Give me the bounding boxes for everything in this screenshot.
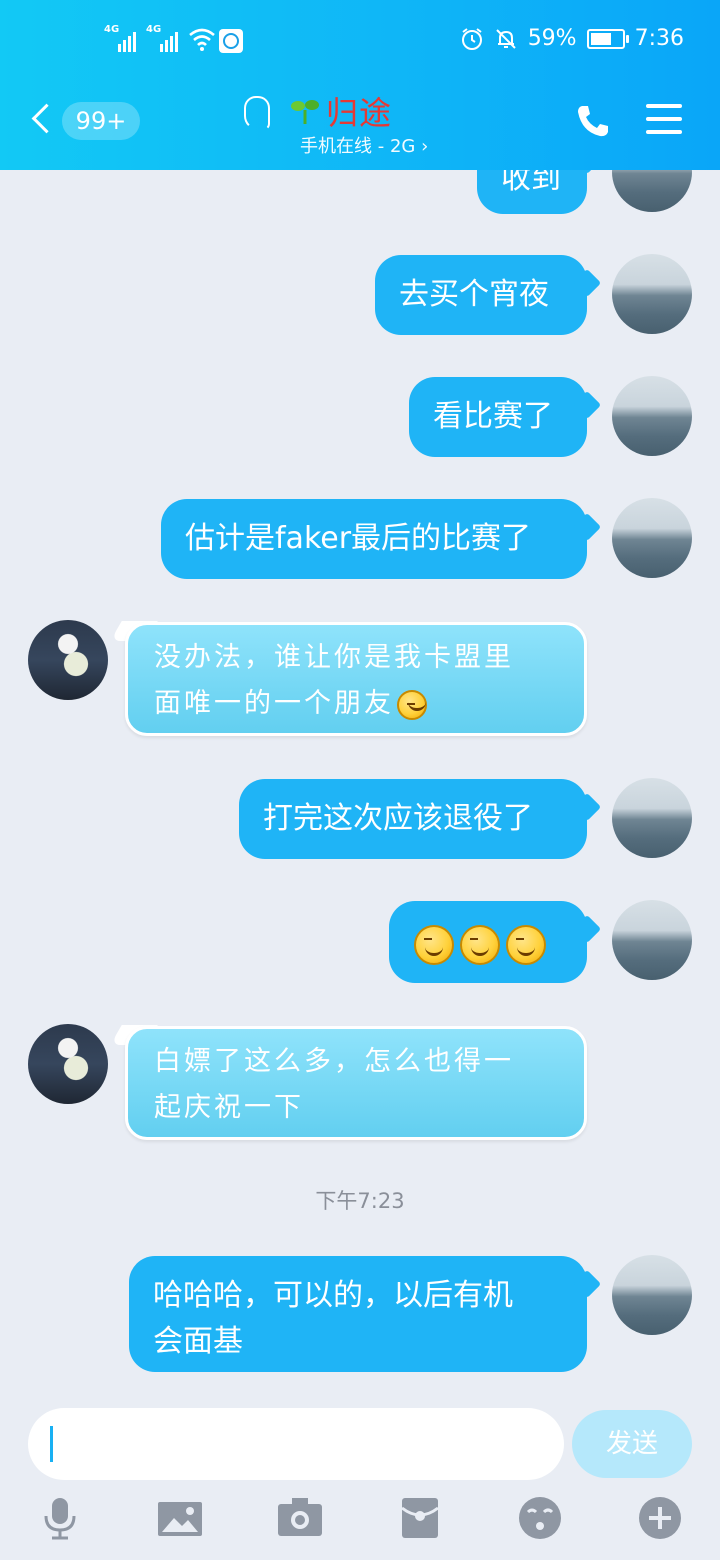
top-bar: 4G 4G 59% 7:36 99+ 归途 手机在线 - 2G › [0,0,720,170]
status-bar: 4G 4G 59% 7:36 [0,18,720,66]
alarm-icon [461,27,482,50]
wifi-icon [189,28,215,51]
send-button[interactable]: 发送 [572,1410,692,1478]
smirk-emoji-icon [414,924,454,965]
image-icon[interactable] [158,1496,202,1540]
input-toolbar [0,1490,720,1560]
avatar[interactable] [612,254,692,334]
red-packet-icon[interactable] [398,1496,442,1540]
camera-icon[interactable] [278,1496,322,1540]
message-bubble[interactable]: 白嫖了这么多，怎么也得一 起庆祝一下 [125,1026,587,1140]
network-type-2: 4G [146,24,162,35]
message-text: 估计是faker最后的比赛了 [185,521,532,556]
message-bubble[interactable]: 打完这次应该退役了 [239,779,587,859]
signal-icon-1: 4G [104,24,138,52]
battery-percent: 59% [527,26,577,51]
message-text: 面唯一的一个朋友 [154,688,394,719]
message-text: 打完这次应该退役了 [263,801,533,836]
timestamp: 下午7:23 [315,1189,405,1213]
message-input[interactable] [28,1408,564,1480]
phone-icon[interactable] [574,102,612,140]
avatar[interactable] [612,900,692,980]
ear-icon[interactable] [244,96,270,130]
message-text: 看比赛了 [433,399,553,434]
smile-emoji-icon [397,689,427,720]
chat-header: 99+ 归途 手机在线 - 2G › [0,80,720,170]
message-bubble[interactable] [389,901,587,983]
mute-bell-icon [495,28,516,49]
message-bubble[interactable]: 哈哈哈，可以的，以后有机 会面基 [129,1256,587,1372]
contact-name[interactable]: 归途 [326,88,392,134]
signal-icon-2: 4G [146,24,180,52]
notification-app-icon [219,29,243,53]
status-right: 59% 7:36 [460,26,684,51]
microphone-icon[interactable] [38,1496,82,1540]
back-chevron-icon [31,103,62,134]
menu-icon[interactable] [646,104,682,134]
message-bubble[interactable]: 看比赛了 [409,377,587,457]
avatar[interactable] [28,1024,108,1104]
avatar[interactable] [612,498,692,578]
back-button[interactable]: 99+ [28,102,148,144]
message-text: 白嫖了这么多，怎么也得一 [154,1046,514,1077]
message-text: 没办法，谁让你是我卡盟里 [154,642,514,673]
battery-icon [586,28,629,49]
message-text: 起庆祝一下 [154,1092,304,1123]
message-text: 会面基 [153,1324,243,1359]
contact-status[interactable]: 手机在线 - 2G › [300,132,428,158]
smirk-emoji-icon [506,924,546,965]
message-text: 去买个宵夜 [399,277,549,312]
clock: 7:36 [634,26,684,51]
message-text: 哈哈哈，可以的，以后有机 [153,1278,513,1313]
avatar[interactable] [612,1255,692,1335]
emoji-icon[interactable] [518,1496,562,1540]
network-type-1: 4G [104,24,120,35]
message-bubble[interactable]: 没办法，谁让你是我卡盟里 面唯一的一个朋友 [125,622,587,736]
avatar[interactable] [612,778,692,858]
unread-badge: 99+ [62,102,140,140]
avatar[interactable] [612,376,692,456]
message-bubble[interactable]: 估计是faker最后的比赛了 [161,499,587,579]
avatar[interactable] [28,620,108,700]
contact-status-text: 手机在线 - 2G [300,136,416,157]
sprout-icon [291,100,319,124]
plus-icon[interactable] [638,1496,682,1540]
text-cursor [50,1426,53,1462]
chevron-right-icon: › [421,136,429,157]
smirk-emoji-icon [460,924,500,965]
message-bubble[interactable]: 去买个宵夜 [375,255,587,335]
